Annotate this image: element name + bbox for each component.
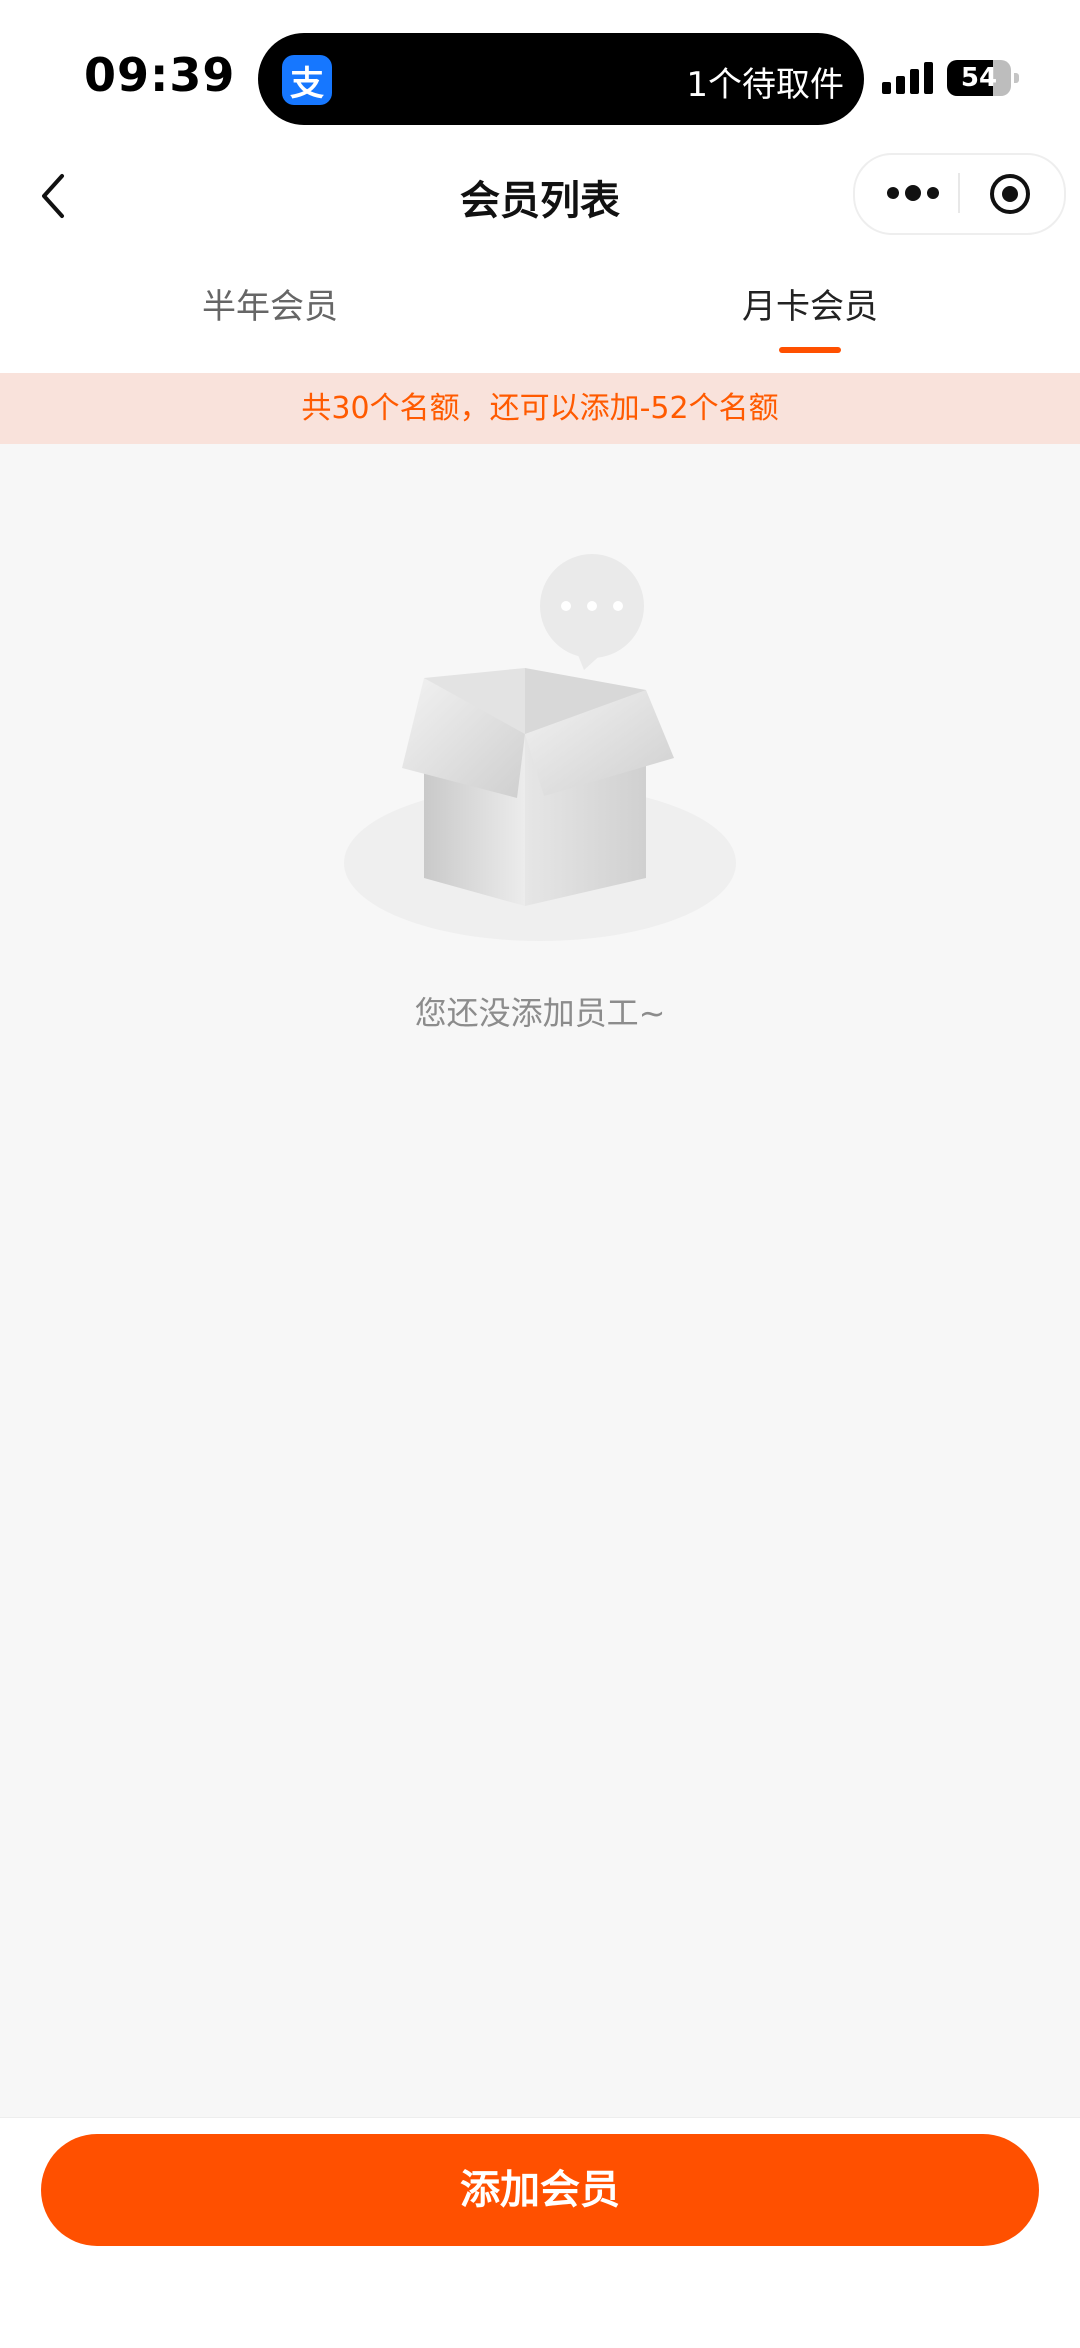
- status-bar: 09:39 支 1个待取件 54: [0, 0, 1080, 150]
- member-tabs: 半年会员 月卡会员: [0, 242, 1080, 373]
- status-time: 09:39: [84, 48, 236, 102]
- cellular-signal-icon: [882, 60, 936, 94]
- empty-box-icon: [340, 548, 740, 948]
- bottom-action-bar: 添加会员: [0, 2117, 1080, 2348]
- more-icon[interactable]: [883, 175, 943, 211]
- alipay-app-icon: 支: [282, 55, 332, 105]
- tab-label: 月卡会员: [742, 287, 878, 327]
- empty-state-message: 您还没添加员工~: [414, 994, 666, 1032]
- quota-notice: 共30个名额，还可以添加-52个名额: [0, 373, 1080, 444]
- navigation-bar: 会员列表: [0, 150, 1080, 242]
- capsule-divider: [958, 173, 960, 213]
- active-tab-indicator: [779, 347, 841, 353]
- dynamic-island[interactable]: 支 1个待取件: [258, 33, 864, 125]
- battery-tip: [1014, 73, 1019, 83]
- add-member-button[interactable]: 添加会员: [41, 2134, 1039, 2246]
- mini-program-capsule: [853, 153, 1066, 235]
- battery-icon: 54: [947, 60, 1011, 96]
- tab-monthly-member[interactable]: 月卡会员: [540, 242, 1080, 373]
- tab-label: 半年会员: [202, 287, 338, 327]
- tab-half-year-member[interactable]: 半年会员: [0, 242, 540, 373]
- close-mini-program-icon[interactable]: [989, 173, 1031, 215]
- pending-pickup-text: 1个待取件: [686, 65, 844, 105]
